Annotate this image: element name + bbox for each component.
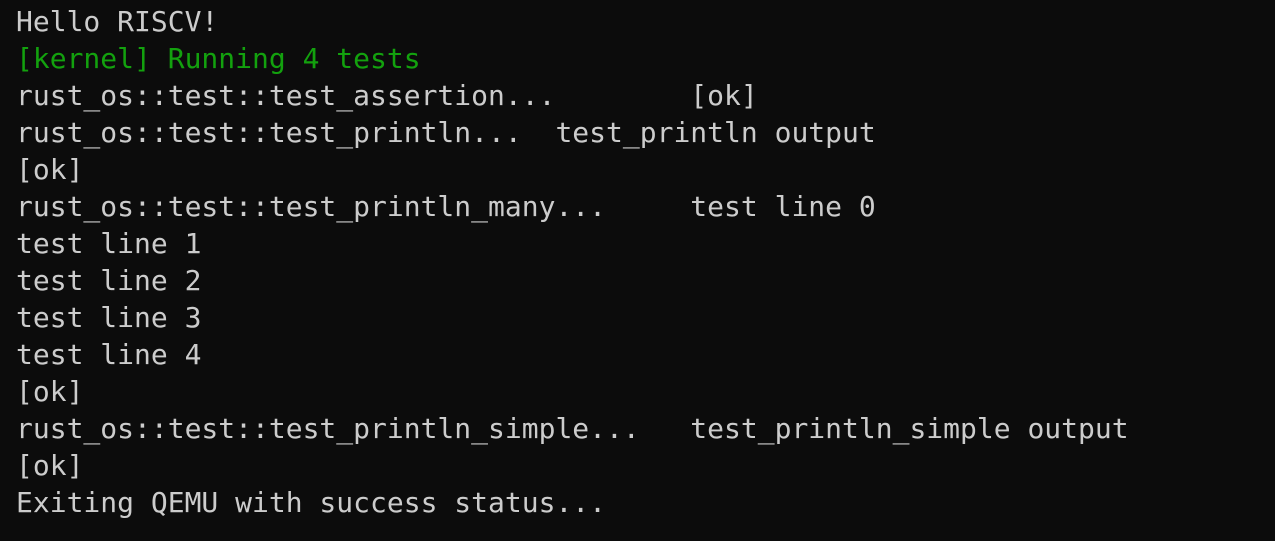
terminal-output[interactable]: Hello RISCV! [kernel] Running 4 tests ru… xyxy=(0,0,1275,541)
terminal-line-test-println-simple: rust_os::test::test_println_simple... te… xyxy=(16,412,1129,445)
terminal-line-hello: Hello RISCV! xyxy=(16,5,219,38)
terminal-line-ok: [ok] xyxy=(16,375,84,408)
terminal-line-test-line-2: test line 2 xyxy=(16,264,202,297)
terminal-line-test-line-1: test line 1 xyxy=(16,227,202,260)
terminal-line-exiting-qemu: Exiting QEMU with success status... xyxy=(16,486,607,519)
terminal-line-kernel-running: [kernel] Running 4 tests xyxy=(16,42,421,75)
terminal-line-test-assertion: rust_os::test::test_assertion... [ok] xyxy=(16,79,758,112)
terminal-line-test-line-3: test line 3 xyxy=(16,301,202,334)
terminal-line-test-println-many: rust_os::test::test_println_many... test… xyxy=(16,190,876,223)
terminal-line-test-println: rust_os::test::test_println... test_prin… xyxy=(16,116,876,149)
terminal-line-ok: [ok] xyxy=(16,153,84,186)
terminal-line-test-line-4: test line 4 xyxy=(16,338,202,371)
terminal-line-ok: [ok] xyxy=(16,449,84,482)
